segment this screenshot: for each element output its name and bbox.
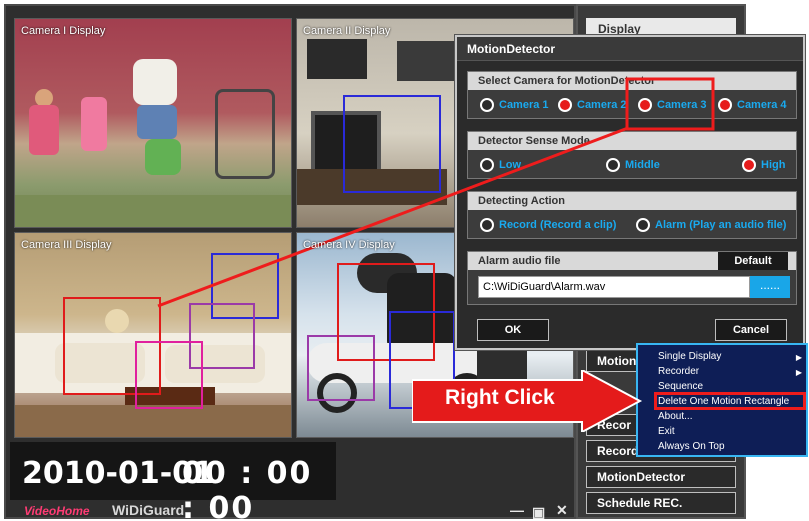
menu-item-exit[interactable]: Exit [658, 426, 675, 437]
maximize-icon[interactable]: ▣ [532, 504, 545, 521]
select-camera-group: Select Camera for MotionDetector Camera … [467, 71, 797, 119]
camera-1-view[interactable]: Camera I Display [14, 18, 292, 228]
camera-4-label: Camera IV Display [303, 239, 395, 251]
browse-button[interactable]: ...... [750, 276, 790, 298]
menu-item-recorder[interactable]: Recorder [658, 366, 699, 377]
radio-selected-icon [558, 98, 572, 112]
camera-3-view[interactable]: Camera III Display [14, 232, 292, 438]
camera-1-option[interactable]: Camera 1 [480, 96, 549, 114]
right-click-label: Right Click [445, 386, 555, 409]
radio-selected-icon [742, 158, 756, 172]
camera-2-option[interactable]: Camera 2 [558, 96, 627, 114]
minimize-icon[interactable]: — [510, 502, 524, 518]
dialog-title: MotionDetector [457, 37, 803, 61]
radio-icon [480, 158, 494, 172]
radio-icon [606, 158, 620, 172]
sense-mode-group: Detector Sense Mode Low Middle High [467, 131, 797, 179]
menu-item-single-display[interactable]: Single Display [658, 351, 721, 362]
camera-2-label: Camera II Display [303, 25, 391, 37]
sense-middle-label: Middle [625, 159, 660, 171]
radio-selected-icon [638, 98, 652, 112]
sense-middle-option[interactable]: Middle [606, 156, 660, 174]
detecting-action-group: Detecting Action Record (Record a clip) … [467, 191, 797, 239]
alarm-path-input[interactable]: C:\WiDiGuard\Alarm.wav [478, 276, 750, 298]
camera-1-option-label: Camera 1 [499, 99, 549, 111]
camera-3-label: Camera III Display [21, 239, 112, 251]
action-alarm-label: Alarm (Play an audio file) [655, 219, 787, 231]
detecting-action-title: Detecting Action [468, 192, 796, 210]
radio-selected-icon [718, 98, 732, 112]
menu-item-about[interactable]: About... [658, 411, 692, 422]
submenu-arrow-icon: ▶ [795, 353, 802, 362]
sense-mode-title: Detector Sense Mode [468, 132, 796, 150]
sense-low-label: Low [499, 159, 521, 171]
brand-bar: VideoHome WiDiGuard — ▣ ✕ [10, 502, 574, 520]
radio-icon [480, 218, 494, 232]
default-button[interactable]: Default [718, 252, 788, 270]
menu-item-always-on-top[interactable]: Always On Top [658, 441, 725, 452]
ok-button[interactable]: OK [477, 319, 549, 341]
motion-detector-dialog: MotionDetector Select Camera for MotionD… [455, 35, 805, 350]
clock-display: 2010-01-01 00 : 00 : 00 [10, 442, 336, 521]
close-icon[interactable]: ✕ [556, 502, 568, 519]
widiguard-logo: WiDiGuard [112, 502, 185, 518]
camera-2-option-label: Camera 2 [577, 99, 627, 111]
alarm-file-group: Alarm audio file Default C:\WiDiGuard\Al… [467, 251, 797, 305]
menu-item-delete-motion-rectangle[interactable]: Delete One Motion Rectangle [658, 396, 789, 407]
sense-high-label: High [761, 159, 786, 171]
camera-4-option[interactable]: Camera 4 [718, 96, 787, 114]
submenu-arrow-icon: ▶ [795, 368, 802, 377]
action-record-option[interactable]: Record (Record a clip) [480, 216, 616, 234]
schedule-rec-button[interactable]: Schedule REC. [586, 492, 736, 514]
camera-3-option[interactable]: Camera 3 [638, 96, 707, 114]
camera-3-option-label: Camera 3 [657, 99, 707, 111]
sense-high-option[interactable]: High [742, 156, 785, 174]
videohome-logo: VideoHome [24, 504, 90, 518]
action-alarm-option[interactable]: Alarm (Play an audio file) [636, 216, 786, 234]
select-camera-title: Select Camera for MotionDetector [468, 72, 796, 90]
context-menu: Single Display ▶ Recorder ▶ Sequence Del… [636, 343, 808, 457]
action-record-label: Record (Record a clip) [499, 219, 617, 231]
camera-1-label: Camera I Display [21, 25, 106, 37]
camera-4-option-label: Camera 4 [737, 99, 787, 111]
sense-low-option[interactable]: Low [480, 156, 521, 174]
radio-icon [480, 98, 494, 112]
menu-item-sequence[interactable]: Sequence [658, 381, 703, 392]
motion-detector-button[interactable]: MotionDetector [586, 466, 736, 488]
cancel-button[interactable]: Cancel [715, 319, 787, 341]
radio-icon [636, 218, 650, 232]
